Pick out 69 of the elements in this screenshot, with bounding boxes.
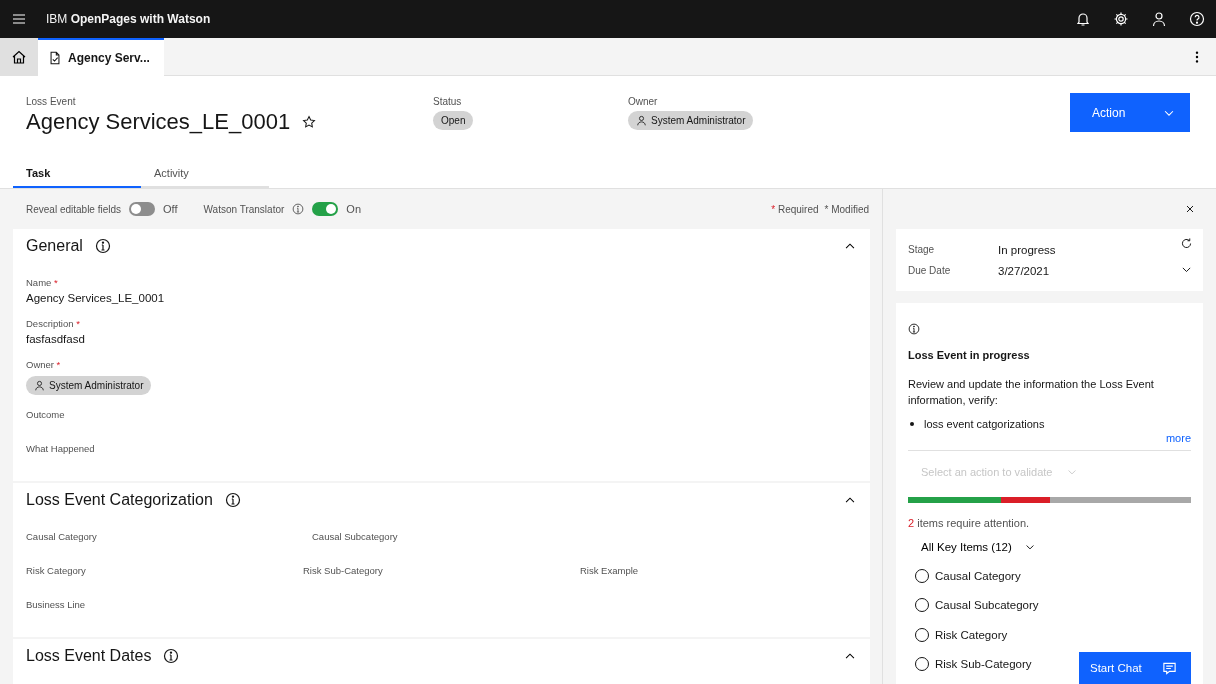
field-label: Risk Sub-Category [303, 565, 384, 576]
owner-tag: System Administrator [628, 111, 754, 130]
owner-tag: System Administrator [26, 376, 152, 395]
close-icon [1184, 203, 1196, 215]
owner-label: Owner [628, 96, 659, 107]
info-icon[interactable] [163, 648, 180, 664]
more-link[interactable]: more [908, 430, 1191, 451]
close-button[interactable] [1184, 203, 1196, 215]
key-items-dropdown[interactable]: All Key Items (12) [921, 541, 1036, 553]
chat-icon [1162, 660, 1177, 676]
field-label: Owner * [26, 359, 62, 370]
field-label: What Happened [26, 443, 96, 454]
field-value: Agency Services_LE_0001 [26, 292, 166, 304]
field-label: Causal Category [26, 531, 98, 542]
app-title: IBM OpenPages with Watson [46, 12, 211, 26]
toggle-switch[interactable] [129, 202, 156, 216]
info-icon[interactable] [224, 492, 241, 508]
star-icon[interactable] [302, 115, 317, 129]
record-type: Loss Event [26, 96, 77, 107]
attention-message: 2 items require attention. [908, 517, 1031, 529]
info-icon[interactable] [94, 238, 111, 254]
guidance-title: Loss Event in progress [908, 349, 1031, 361]
action-button[interactable]: Action [1070, 93, 1190, 132]
key-item-label: Causal Subcategory [935, 599, 1039, 612]
field-value: fasfasdfasd [26, 333, 86, 345]
stage-label: Stage [908, 244, 936, 255]
help-icon [1189, 11, 1205, 27]
toggle-label: Watson Translator [203, 203, 285, 215]
toggle-switch[interactable] [312, 202, 339, 216]
field-label: Description * [26, 318, 81, 329]
field-label: Name * [26, 277, 59, 288]
menu-icon [11, 11, 27, 27]
field-label: Risk Example [580, 565, 640, 576]
field-label: Causal Subcategory [312, 531, 399, 542]
person-icon [636, 115, 647, 126]
home-icon [11, 48, 27, 65]
bullet-icon [910, 422, 914, 426]
field-label: Business Line [26, 599, 87, 610]
section-title: General [26, 237, 83, 255]
toggle-state: Off [163, 203, 178, 215]
field-label: Outcome [26, 409, 66, 420]
key-item-label: Risk Sub-Category [935, 658, 1032, 671]
key-item-label: Causal Category [935, 569, 1021, 582]
toggle-state: On [346, 203, 361, 215]
guidance-bullet: loss event catgorizations [924, 418, 1045, 430]
start-chat-button[interactable]: Start Chat [1079, 652, 1191, 684]
status-tag: Open [433, 111, 474, 130]
document-icon [48, 51, 62, 65]
settings-icon [1113, 11, 1129, 27]
home-button[interactable] [0, 38, 38, 75]
key-item-label: Risk Category [935, 628, 1008, 641]
section-title: Loss Event Categorization [26, 491, 213, 509]
stage-label: Due Date [908, 265, 952, 276]
user-icon [1151, 11, 1167, 27]
field-label: Risk Category [26, 565, 87, 576]
guidance-text: Review and update the information the Loss Event information, verify: [908, 377, 1155, 408]
section-title: Loss Event Dates [26, 647, 152, 665]
info-icon [908, 323, 920, 335]
record-title: Agency Services_LE_0001 [26, 109, 291, 135]
status-label: Status [433, 96, 463, 107]
person-icon [34, 380, 45, 391]
notification-icon [1075, 11, 1091, 27]
record-tab[interactable]: Agency Serv... [38, 38, 164, 76]
stage-value: 3/27/2021 [998, 264, 1050, 277]
required-legend: * Required [771, 203, 819, 215]
modified-legend: * Modified [824, 203, 869, 215]
refresh-icon[interactable] [1180, 237, 1193, 250]
stage-value: In progress [998, 243, 1056, 256]
toggle-label: Reveal editable fields [26, 203, 122, 215]
